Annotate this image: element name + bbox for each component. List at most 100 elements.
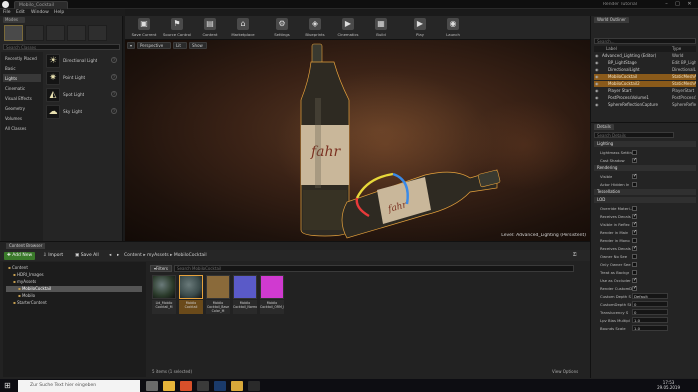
outliner-row[interactable]: ◉ Advanced_Lighting (Editor) World (594, 53, 696, 59)
asset-search-input[interactable]: Search MobiloCocktail (174, 265, 574, 272)
folder-tree-item[interactable]: ▪ myAssets (6, 279, 142, 285)
files-icon[interactable] (197, 381, 209, 391)
blueprints-toolbar-button[interactable]: ◈ Blueprints (300, 17, 330, 39)
visibility-eye-icon[interactable]: ◉ (595, 102, 599, 108)
category-geometry[interactable]: Geometry (3, 104, 41, 112)
document-tab[interactable]: Mobilo_Cocktail (14, 1, 68, 9)
help-icon[interactable]: ? (111, 91, 117, 97)
save-current-toolbar-button[interactable]: ▣ Save Current (129, 17, 159, 39)
foliage-mode-button[interactable] (67, 25, 86, 41)
breadcrumb-item[interactable]: Content (124, 253, 142, 258)
standing-bottle[interactable]: fahr (300, 43, 350, 237)
content-view-options[interactable]: View Options (552, 369, 578, 374)
place-mode-button[interactable] (4, 25, 23, 41)
light-item-directional[interactable]: ☀ Directional Light ? (46, 54, 120, 68)
menu-help[interactable]: Help (54, 10, 64, 15)
outliner-row[interactable]: ◉ PostProcessVolume1 PostProcessV (594, 95, 696, 101)
property-value-field[interactable]: 1.0 (632, 325, 668, 331)
outliner-row[interactable]: ◉ MobiloCocktail StaticMeshAc (594, 74, 696, 80)
folder-tree-item[interactable]: ▪ MobiloCocktail (6, 286, 142, 292)
asset-tile[interactable]: Mobilo Cocktail_ORM_M (260, 275, 284, 315)
property-checkbox[interactable] (632, 254, 637, 259)
visibility-eye-icon[interactable]: ◉ (595, 95, 599, 101)
minimize-button[interactable]: – (662, 1, 671, 8)
launch-toolbar-button[interactable]: ◉ Launch (438, 17, 468, 39)
windows-start-icon[interactable]: ⊞ (4, 382, 12, 390)
import-button[interactable]: ⇩ Import (40, 252, 66, 260)
folder-tree-item[interactable]: ▪ Content (6, 265, 142, 271)
menu-edit[interactable]: Edit (16, 10, 25, 15)
asset-tile[interactable]: Mobilo Cocktail (179, 275, 203, 315)
breadcrumb-item[interactable]: myAssets (147, 253, 169, 258)
visibility-eye-icon[interactable]: ◉ (595, 88, 599, 94)
maximize-button[interactable]: □ (673, 1, 682, 8)
forward-button[interactable]: ▸ (114, 252, 122, 260)
property-checkbox[interactable] (632, 277, 637, 283)
paint-mode-button[interactable] (25, 25, 44, 41)
outliner-row[interactable]: ◉ MobiloCocktail2 StaticMeshAc (594, 81, 696, 87)
asset-tile[interactable]: Mobilo Cocktail_Normal_M (233, 275, 257, 315)
details-section-header[interactable]: Tessellation (594, 189, 696, 195)
property-checkbox[interactable] (632, 285, 637, 291)
category-volumes[interactable]: Volumes (3, 114, 41, 122)
category-lights[interactable]: Lights (3, 74, 41, 82)
category-visual-effects[interactable]: Visual Effects (3, 94, 41, 102)
property-checkbox[interactable] (632, 157, 637, 163)
details-search-input[interactable]: Search Details (594, 132, 674, 138)
details-section-header[interactable]: Lighting (594, 141, 696, 147)
category-basic[interactable]: Basic (3, 64, 41, 72)
property-value-field[interactable]: Default (632, 293, 668, 299)
property-value-field[interactable]: 0 (632, 301, 668, 307)
light-item-spot[interactable]: ◭ Spot Light ? (46, 88, 120, 102)
taskbar-clock[interactable]: 17:53 29.05.2019 (657, 380, 680, 390)
details-section-header[interactable]: Rendering (594, 165, 696, 171)
marketplace-toolbar-button[interactable]: ⌂ Marketplace (228, 17, 258, 39)
add-new-button[interactable]: ✚ Add New (4, 252, 36, 260)
property-value-field[interactable]: 1.0 (632, 317, 668, 323)
filters-button[interactable]: ▾Filters (150, 265, 173, 272)
lying-bottle[interactable]: fahr (341, 169, 501, 239)
modes-search-input[interactable]: Search Classes (3, 44, 120, 50)
category-recently-placed[interactable]: Recently Placed (3, 54, 41, 62)
unreal-logo-icon[interactable] (2, 1, 9, 8)
visibility-eye-icon[interactable]: ◉ (595, 67, 599, 73)
photoshop-icon[interactable] (214, 381, 226, 391)
visibility-eye-icon[interactable]: ◉ (595, 53, 599, 59)
help-icon[interactable]: ? (111, 74, 117, 80)
show-button[interactable]: Show (189, 42, 207, 49)
details-section-header[interactable]: LOD (594, 197, 696, 203)
category-cinematic[interactable]: Cinematic (3, 84, 41, 92)
visibility-eye-icon[interactable]: ◉ (595, 60, 599, 66)
help-icon[interactable]: ? (111, 108, 117, 114)
save-all-button[interactable]: ▣ Save All (72, 252, 102, 260)
viewport-options-button[interactable]: ▾ (127, 42, 135, 49)
property-checkbox[interactable] (632, 229, 637, 235)
menu-file[interactable]: File (3, 10, 11, 15)
outliner-row[interactable]: ◉ SphereReflectionCapture SphereReflect (594, 102, 696, 108)
asset-tile[interactable]: Mobilo Cocktail_Base Color_M (206, 275, 230, 315)
outliner-search-input[interactable]: Search... (594, 38, 696, 44)
geometry-mode-button[interactable] (88, 25, 107, 41)
outliner-tab[interactable]: World Outliner (594, 17, 629, 23)
landscape-mode-button[interactable] (46, 25, 65, 41)
property-checkbox[interactable] (632, 221, 637, 227)
content-toolbar-button[interactable]: ▤ Content (195, 17, 225, 39)
modes-tab[interactable]: Modes (3, 17, 25, 23)
category-all-classes[interactable]: All Classes (3, 124, 41, 132)
source-control-toolbar-button[interactable]: ⚑ Source Control (162, 17, 192, 39)
browser-icon[interactable] (180, 381, 192, 391)
cinematics-toolbar-button[interactable]: ▶ Cinematics (333, 17, 363, 39)
play-toolbar-button[interactable]: ▶ Play (405, 17, 435, 39)
light-item-point[interactable]: ✷ Point Light ? (46, 71, 120, 85)
close-button[interactable]: ✕ (685, 1, 694, 8)
property-checkbox[interactable] (632, 173, 637, 179)
property-value-field[interactable]: 0 (632, 309, 668, 315)
lock-icon[interactable]: ⚿ (570, 252, 579, 260)
column-label[interactable]: Label (606, 46, 617, 52)
details-tab[interactable]: Details (594, 124, 614, 130)
outliner-row[interactable]: ◉ DirectionalLight DirectionalLi (594, 67, 696, 73)
perspective-button[interactable]: Perspective (137, 42, 171, 49)
taskbar-search-input[interactable]: Zur Suche Text hier eingeben (18, 380, 140, 392)
outliner-row[interactable]: ◉ BP_LightStage Edit BP_Ligh (594, 60, 696, 66)
menu-window[interactable]: Window (31, 10, 49, 15)
